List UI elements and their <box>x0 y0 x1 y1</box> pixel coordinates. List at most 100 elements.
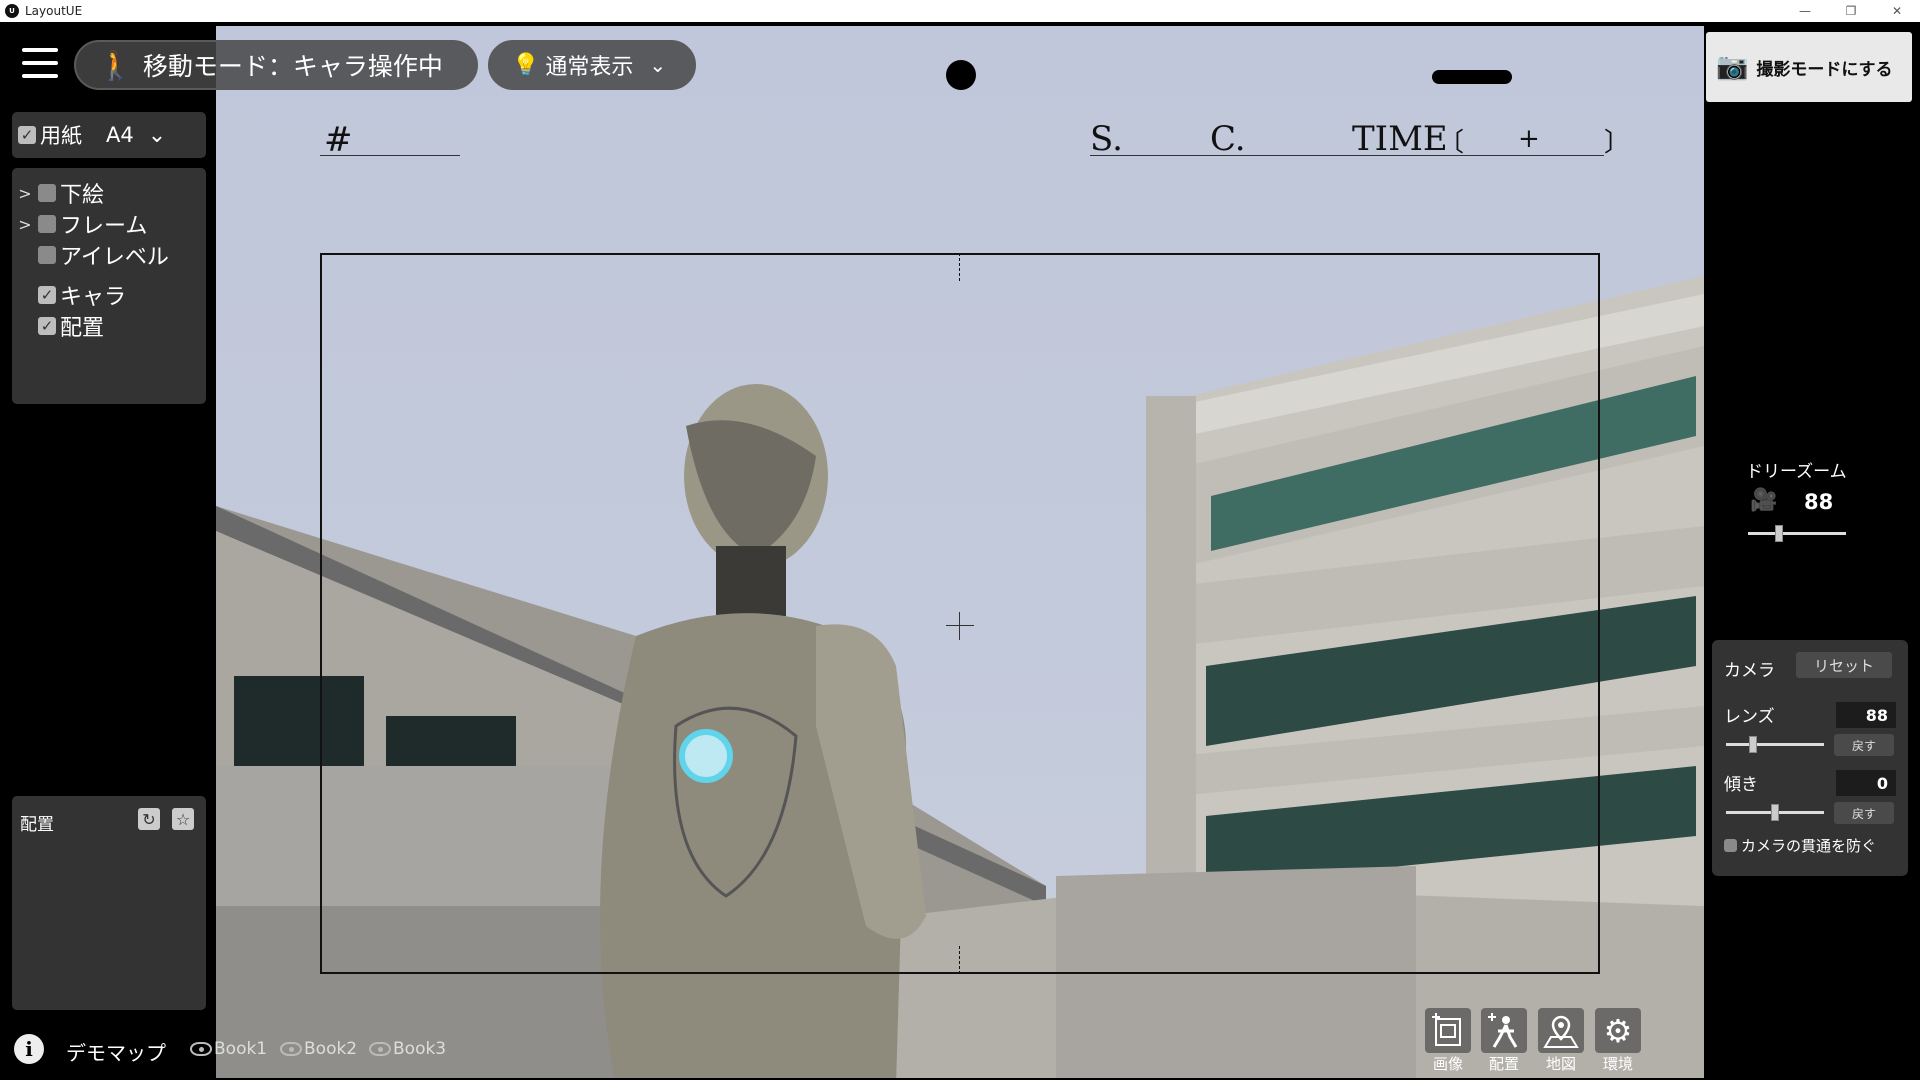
move-mode-label: 移動モード：キャラ操作中 <box>142 52 443 81</box>
shooting-mode-button[interactable]: 📷 撮影モードにする <box>1706 32 1912 102</box>
placement-panel: 配置 ↻ ☆ <box>12 796 206 1010</box>
close-icon[interactable]: ✕ <box>1874 0 1920 22</box>
paper-panel: ✓ 用紙 A4 ⌄ <box>12 112 206 158</box>
move-mode-button[interactable]: 🚶 移動モード：キャラ操作中 <box>74 40 478 90</box>
tool-label: 地図 <box>1545 1055 1576 1073</box>
paper-label: 用紙 <box>40 124 82 148</box>
dolly-zoom-value: 88 <box>1804 490 1834 514</box>
paper-time-bracket-close: 〕 <box>1604 128 1631 158</box>
layer-item-shitae[interactable]: > 下絵 <box>12 178 104 208</box>
paper-checkbox[interactable]: ✓ <box>18 126 36 144</box>
tool-label: 画像 <box>1432 1055 1463 1073</box>
layer-checkbox[interactable] <box>38 215 56 233</box>
restore-icon[interactable]: ❐ <box>1828 0 1874 22</box>
paper-cut-label: # <box>324 120 353 160</box>
book-tab-2[interactable]: Book2 <box>280 1039 357 1059</box>
tool-label: 環境 <box>1602 1055 1633 1073</box>
tilt-label: 傾き <box>1724 775 1758 795</box>
penetration-label: カメラの貫通を防ぐ <box>1741 837 1877 855</box>
lens-slider-knob[interactable] <box>1749 736 1757 753</box>
lens-slider[interactable] <box>1726 736 1824 753</box>
paper-size-select[interactable]: A4 <box>106 123 134 147</box>
paper-cutno-label: C. <box>1210 119 1246 159</box>
view-mode-label: 通常表示 <box>545 55 634 80</box>
tool-label: 配置 <box>1488 1055 1519 1073</box>
paper-time-plus: + <box>1518 124 1540 154</box>
layer-checkbox[interactable] <box>38 184 56 202</box>
dolly-zoom-slider-knob[interactable] <box>1775 525 1783 542</box>
view-mode-dropdown[interactable]: 💡 通常表示 ⌄ <box>488 40 696 90</box>
chevron-down-icon: ⌄ <box>649 53 667 77</box>
hamburger-menu-icon[interactable] <box>22 48 58 78</box>
book-tab-3[interactable]: Book3 <box>369 1039 446 1059</box>
layer-item-eyelevel[interactable]: アイレベル <box>12 240 169 270</box>
paper-cut-line <box>320 155 460 156</box>
tilt-value-input[interactable]: 0 <box>1836 770 1896 796</box>
refresh-icon[interactable]: ↻ <box>138 808 160 830</box>
star-icon[interactable]: ☆ <box>172 808 194 830</box>
eye-icon[interactable] <box>190 1042 212 1056</box>
map-name[interactable]: デモマップ <box>66 1037 166 1066</box>
layer-item-placement[interactable]: ✓ 配置 <box>12 311 104 341</box>
book-label: Book3 <box>393 1039 447 1059</box>
camera-indicator-dot <box>946 60 976 90</box>
book-label: Book1 <box>214 1039 268 1059</box>
dolly-zoom-slider[interactable] <box>1748 525 1846 542</box>
walking-person-icon: 🚶 <box>98 48 133 82</box>
chevron-right-icon[interactable]: > <box>12 215 38 234</box>
layer-label: フレーム <box>60 214 148 239</box>
gear-icon: ⚙ <box>1595 1008 1641 1053</box>
dolly-zoom-title: ドリーズーム <box>1746 462 1847 482</box>
lightbulb-icon: 💡 <box>512 52 540 78</box>
penetration-checkbox[interactable] <box>1724 839 1737 852</box>
camera-indicator-bar <box>1432 70 1512 84</box>
camera-reset-button[interactable]: リセット <box>1796 652 1892 678</box>
image-add-icon <box>1425 1008 1471 1053</box>
lens-back-button[interactable]: 戻す <box>1834 734 1894 756</box>
chevron-right-icon[interactable]: > <box>12 184 38 203</box>
map-icon <box>1538 1008 1584 1053</box>
environment-button[interactable]: ⚙ 環境 <box>1594 1008 1642 1074</box>
paper-header-line <box>1090 155 1604 156</box>
tilt-back-button[interactable]: 戻す <box>1834 802 1894 824</box>
chevron-down-icon[interactable]: ⌄ <box>148 123 166 148</box>
window-title: LayoutUE <box>25 4 83 18</box>
penetration-option[interactable]: カメラの貫通を防ぐ <box>1724 835 1876 856</box>
lens-label: レンズ <box>1724 707 1775 727</box>
eye-icon[interactable] <box>369 1042 391 1056</box>
add-image-button[interactable]: 画像 <box>1424 1008 1472 1074</box>
layer-label: アイレベル <box>60 245 169 270</box>
camera-icon: 📷 <box>1716 52 1749 82</box>
map-button[interactable]: 地図 <box>1537 1008 1585 1074</box>
window-titlebar: U LayoutUE — ❐ ✕ <box>0 0 1920 22</box>
add-character-button[interactable]: 配置 <box>1480 1008 1528 1074</box>
camera-title: カメラ <box>1724 661 1775 681</box>
book-label: Book2 <box>304 1039 358 1059</box>
layer-label: 下絵 <box>60 183 105 208</box>
layer-label: キャラ <box>60 285 127 310</box>
dolly-camera-icon: 🎥 <box>1750 488 1778 513</box>
minimize-icon[interactable]: — <box>1782 0 1828 22</box>
camera-panel: カメラ リセット レンズ 88 戻す 傾き 0 戻す カメラの貫通を防ぐ <box>1712 640 1908 876</box>
layer-checkbox[interactable] <box>38 246 56 264</box>
frame-center-crosshair <box>946 612 974 640</box>
eye-icon[interactable] <box>280 1042 302 1056</box>
tilt-slider[interactable] <box>1726 804 1824 821</box>
layer-checkbox[interactable]: ✓ <box>38 317 56 335</box>
paper-time-bracket-open: 〔 <box>1438 128 1465 158</box>
tilt-slider-knob[interactable] <box>1771 804 1779 821</box>
book-tab-1[interactable]: Book1 <box>190 1039 267 1059</box>
lens-value-input[interactable]: 88 <box>1836 702 1896 728</box>
3d-viewport[interactable]: # S. C. TIME 〔 + 〕 <box>216 26 1704 1078</box>
layers-panel: > 下絵 > フレーム アイレベル ✓ キャラ ✓ 配置 <box>12 168 206 404</box>
info-icon[interactable]: i <box>14 1034 44 1064</box>
layer-item-chara[interactable]: ✓ キャラ <box>12 280 126 310</box>
paper-scene-label: S. <box>1090 119 1123 159</box>
layer-item-frame[interactable]: > フレーム <box>12 209 147 239</box>
layer-label: 配置 <box>60 316 105 341</box>
app-logo-icon: U <box>5 4 19 18</box>
layer-checkbox[interactable]: ✓ <box>38 286 56 304</box>
frame-top-tick <box>959 253 960 281</box>
frame-bottom-tick <box>959 946 960 974</box>
placement-panel-title: 配置 <box>20 815 54 835</box>
